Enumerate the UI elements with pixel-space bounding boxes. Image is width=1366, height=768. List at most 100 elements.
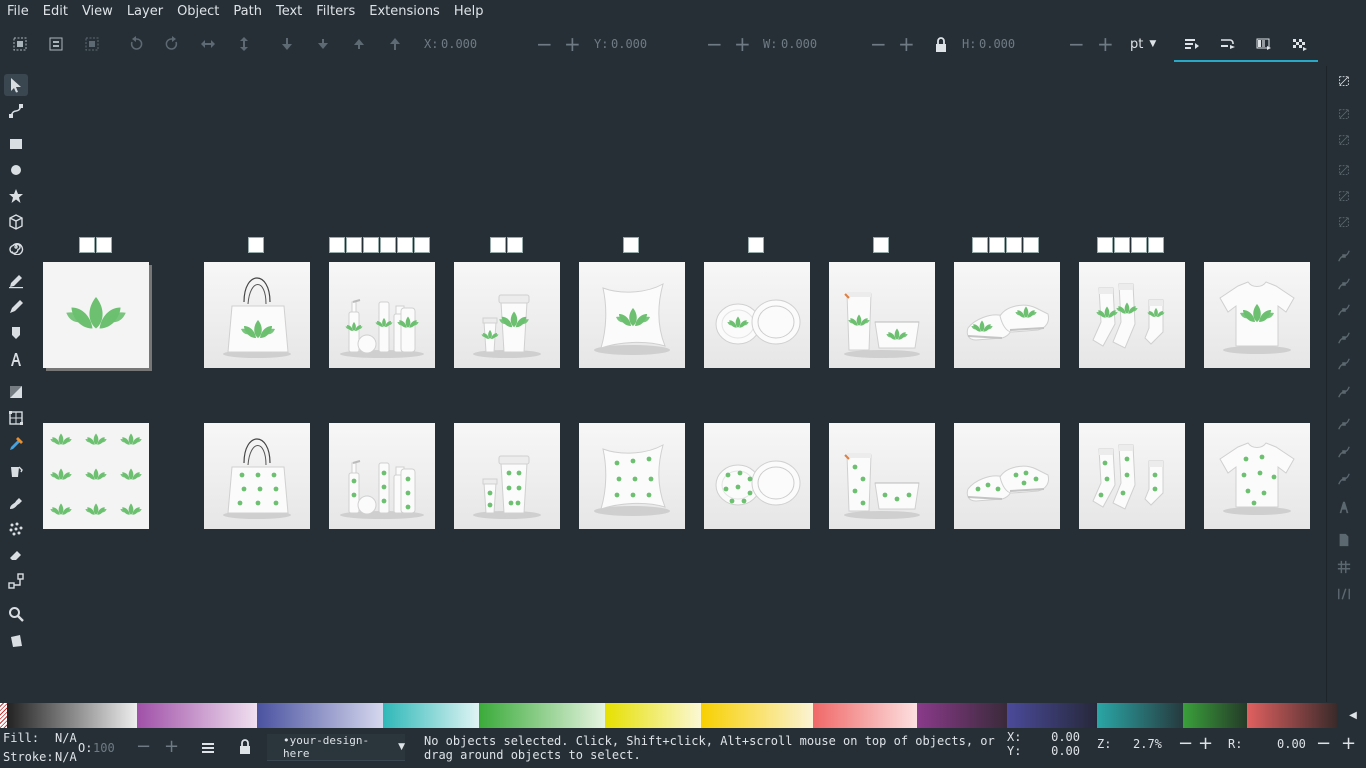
page-thumbnail[interactable] (96, 237, 112, 253)
page-thumbnail[interactable] (748, 237, 764, 253)
page-thumbnail[interactable] (507, 237, 523, 253)
gradient-tool[interactable] (4, 381, 28, 403)
layer-lock-icon[interactable] (237, 739, 255, 757)
page-thumbnail[interactable] (1097, 237, 1113, 253)
snap-bbox-edges-icon[interactable] (1335, 131, 1353, 149)
page-cosmetics-logo[interactable] (329, 262, 435, 368)
menu-view[interactable]: View (75, 4, 120, 19)
snap-nodes-icon[interactable] (1335, 247, 1353, 265)
menu-object[interactable]: Object (170, 4, 226, 19)
x-field[interactable]: 0.000 (441, 37, 477, 51)
page-thumbnail[interactable] (989, 237, 1005, 253)
snap-toggle-icon[interactable] (1335, 72, 1353, 90)
menu-filters[interactable]: Filters (309, 4, 362, 19)
x-decrement-button[interactable]: − (536, 34, 553, 54)
page-cosmetics-pattern[interactable] (329, 423, 435, 529)
w-field[interactable]: 0.000 (781, 37, 817, 51)
palette-swatch-group[interactable] (479, 703, 605, 728)
paint-bucket-tool[interactable] (4, 459, 28, 481)
dropper-tool[interactable] (4, 433, 28, 455)
palette-swatch-group[interactable] (813, 703, 917, 728)
palette-swatch-group[interactable] (1007, 703, 1097, 728)
snap-smooth-nodes-icon[interactable] (1335, 355, 1353, 373)
snap-object-midpoints-icon[interactable] (1335, 415, 1353, 433)
lock-ratio-icon[interactable] (928, 32, 954, 58)
page-coffee-cups-pattern[interactable] (454, 423, 560, 529)
zoom-tool[interactable] (4, 603, 28, 625)
page-pouch-pattern[interactable] (829, 423, 935, 529)
w-increment-button[interactable]: + (898, 34, 915, 54)
palette-swatch-group[interactable] (605, 703, 701, 728)
snap-bbox-centers-icon[interactable] (1335, 213, 1353, 231)
color-palette[interactable] (0, 703, 1366, 728)
rotate-field[interactable]: 0.00 (1277, 737, 1306, 751)
page-thumbnail[interactable] (490, 237, 506, 253)
flip-vertical-icon[interactable] (231, 31, 257, 57)
snap-cusp-nodes-icon[interactable] (1335, 329, 1353, 347)
opacity-field[interactable]: 100 (93, 741, 115, 755)
calligraphy-tool[interactable] (4, 322, 28, 344)
page-thumbnail[interactable] (1131, 237, 1147, 253)
move-patterns-icon[interactable] (1287, 31, 1313, 57)
page-thumbnail[interactable] (248, 237, 264, 253)
rotate-increment-button[interactable]: + (1341, 733, 1356, 754)
snap-bbox-icon[interactable] (1335, 105, 1353, 123)
spray-tool[interactable] (4, 518, 28, 540)
menu-path[interactable]: Path (226, 4, 269, 19)
palette-swatch-group[interactable] (1247, 703, 1337, 728)
snap-grid-icon[interactable] (1335, 558, 1353, 576)
lower-icon[interactable] (310, 31, 336, 57)
connector-tool[interactable] (4, 570, 28, 592)
scale-corners-icon[interactable] (1215, 31, 1241, 57)
page-thumbnail[interactable] (1114, 237, 1130, 253)
page-thumbnail[interactable] (414, 237, 430, 253)
page-pillow-logo[interactable] (579, 262, 685, 368)
raise-icon[interactable] (346, 31, 372, 57)
box3d-tool[interactable] (4, 211, 28, 233)
snap-object-centers-icon[interactable] (1335, 443, 1353, 461)
page-thumbnail[interactable] (1148, 237, 1164, 253)
page-plates-pattern[interactable] (704, 423, 810, 529)
snap-rotation-center-icon[interactable] (1335, 470, 1353, 488)
snap-path-intersections-icon[interactable] (1335, 301, 1353, 319)
rotate-cw-icon[interactable] (159, 31, 185, 57)
snap-guide-icon[interactable] (1335, 585, 1353, 603)
snap-bbox-corners-icon[interactable] (1335, 161, 1353, 179)
y-field[interactable]: 0.000 (611, 37, 647, 51)
page-thumbnail[interactable] (397, 237, 413, 253)
w-decrement-button[interactable]: − (870, 34, 887, 54)
page-shoes-pattern[interactable] (954, 423, 1060, 529)
text-tool[interactable] (4, 348, 28, 370)
y-decrement-button[interactable]: − (706, 34, 723, 54)
palette-swatch-group[interactable] (137, 703, 257, 728)
tweak-tool[interactable] (4, 492, 28, 514)
snap-bbox-midpoints-icon[interactable] (1335, 187, 1353, 205)
page-thumbnail[interactable] (1023, 237, 1039, 253)
select-all-icon[interactable] (7, 31, 33, 57)
move-gradients-icon[interactable] (1251, 31, 1277, 57)
layers-icon[interactable] (200, 740, 218, 758)
opacity-decrement-button[interactable]: − (136, 736, 151, 757)
spiral-tool[interactable] (4, 236, 28, 258)
palette-swatch-group[interactable] (257, 703, 383, 728)
unit-select[interactable]: pt ▼ (1124, 32, 1168, 56)
page-tote-bag-logo[interactable] (204, 262, 310, 368)
page-design-pattern[interactable] (43, 423, 149, 529)
menu-extensions[interactable]: Extensions (362, 4, 447, 19)
page-thumbnail[interactable] (329, 237, 345, 253)
page-pillow-pattern[interactable] (579, 423, 685, 529)
h-decrement-button[interactable]: − (1068, 34, 1085, 54)
mesh-tool[interactable] (4, 407, 28, 429)
pencil-tool[interactable] (4, 270, 28, 292)
rotate-decrement-button[interactable]: − (1316, 733, 1331, 754)
eraser-tool[interactable] (4, 544, 28, 566)
menu-help[interactable]: Help (447, 4, 491, 19)
palette-swatch-group[interactable] (1183, 703, 1247, 728)
opacity-increment-button[interactable]: + (164, 736, 179, 757)
palette-swatch-group[interactable] (383, 703, 479, 728)
fill-value[interactable]: N/A (55, 731, 77, 745)
palette-swatch-group[interactable] (917, 703, 1007, 728)
page-thumbnail[interactable] (873, 237, 889, 253)
snap-paths-icon[interactable] (1335, 275, 1353, 293)
canvas[interactable] (33, 66, 1325, 702)
